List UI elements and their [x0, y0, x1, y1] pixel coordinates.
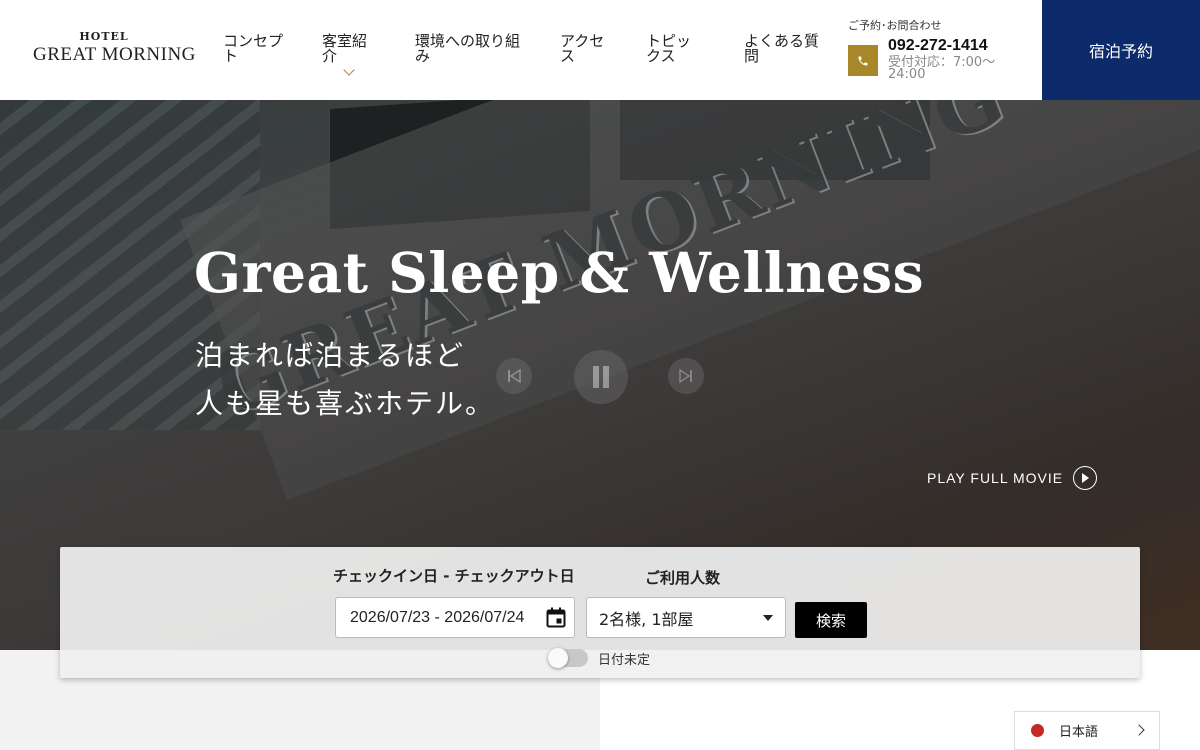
- date-range-field[interactable]: 2026/07/23 - 2026/07/24: [335, 597, 575, 638]
- site-header: HOTEL GREAT MORNING コンセプト 客室紹介 環境への取り組み …: [0, 0, 1200, 100]
- hotel-logo[interactable]: HOTEL GREAT MORNING: [33, 30, 196, 65]
- date-undecided-label: 日付未定: [598, 653, 651, 668]
- next-icon[interactable]: [668, 358, 704, 394]
- guests-select[interactable]: 2名様, 1部屋: [586, 597, 786, 638]
- booking-search-panel: チェックイン日 - チェックアウト日 ご利用人数 2026/07/23 - 20…: [60, 547, 1140, 678]
- logo-small-text: HOTEL: [79, 30, 129, 43]
- contact-label: ご予約･お問合わせ: [848, 19, 942, 32]
- guests-value: 2名様, 1部屋: [599, 609, 694, 629]
- search-button[interactable]: 検索: [795, 602, 867, 638]
- caret-down-icon: [763, 615, 773, 621]
- hero-title: Great Sleep & Wellness: [194, 240, 925, 305]
- phone-number[interactable]: 092-272-1414: [888, 37, 988, 55]
- chevron-right-icon: [1133, 724, 1145, 736]
- japan-flag-icon: [1031, 724, 1044, 737]
- hero-subtitle-line: 人も星も喜ぶホテル。: [195, 387, 496, 420]
- nav-rooms[interactable]: 客室紹介: [322, 34, 372, 64]
- pause-icon[interactable]: [574, 350, 628, 404]
- phone-hours: 受付対応：7:00〜24:00: [888, 55, 996, 82]
- nav-concept[interactable]: コンセプト: [223, 34, 287, 64]
- play-movie-label: PLAY FULL MOVIE: [927, 470, 1064, 486]
- nav-access[interactable]: アクセス: [560, 34, 608, 64]
- date-range-value: 2026/07/23 - 2026/07/24: [350, 608, 525, 626]
- hero-subtitle-line: 泊まれば泊まるほど: [195, 339, 466, 372]
- reserve-button[interactable]: 宿泊予約: [1042, 0, 1200, 100]
- language-selector[interactable]: 日本語: [1014, 711, 1160, 750]
- phone-icon[interactable]: [848, 45, 878, 76]
- toggle-knob: [548, 648, 568, 668]
- nav-faq[interactable]: よくある質問: [744, 34, 820, 64]
- calendar-icon[interactable]: [546, 607, 566, 628]
- hero-subtitle: 泊まれば泊まるほど 人も星も喜ぶホテル。: [195, 332, 495, 428]
- language-label: 日本語: [1059, 725, 1099, 740]
- chevron-down-icon[interactable]: [343, 64, 355, 76]
- date-undecided-toggle[interactable]: [548, 648, 588, 668]
- previous-icon[interactable]: [496, 358, 532, 394]
- guests-label: ご利用人数: [645, 569, 721, 587]
- logo-name-text: GREAT MORNING: [33, 44, 196, 65]
- dates-label: チェックイン日 - チェックアウト日: [333, 567, 575, 585]
- play-icon: [1073, 466, 1098, 490]
- nav-environment[interactable]: 環境への取り組み: [415, 34, 525, 64]
- play-full-movie-button[interactable]: PLAY FULL MOVIE: [927, 466, 1098, 490]
- nav-topics[interactable]: トピックス: [646, 34, 706, 64]
